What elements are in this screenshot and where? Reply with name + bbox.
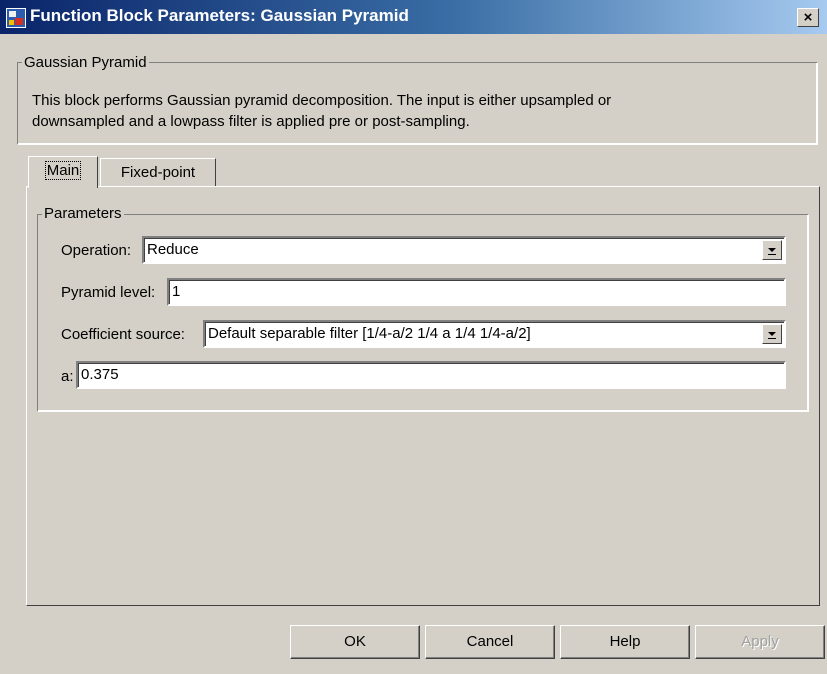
title-bar[interactable]: Function Block Parameters: Gaussian Pyra… xyxy=(0,0,827,34)
tab-fixed-point-label: Fixed-point xyxy=(120,164,196,181)
tab-main-label: Main xyxy=(44,161,82,180)
operation-label: Operation: xyxy=(61,242,132,259)
coefficient-source-value: Default separable filter [1/4-a/2 1/4 a … xyxy=(208,325,531,342)
help-button[interactable]: Help xyxy=(560,625,690,659)
a-value: 0.375 xyxy=(81,366,119,383)
operation-dropdown[interactable]: Reduce xyxy=(142,236,786,264)
pyramid-level-input[interactable]: 1 xyxy=(167,278,786,306)
parameters-group-title: Parameters xyxy=(42,205,124,222)
window-title: Function Block Parameters: Gaussian Pyra… xyxy=(30,6,409,25)
a-input[interactable]: 0.375 xyxy=(76,361,786,389)
pyramid-level-label: Pyramid level: xyxy=(61,284,156,301)
simulink-block-icon xyxy=(6,8,26,28)
a-label: a: xyxy=(61,368,74,385)
coefficient-source-dropdown[interactable]: Default separable filter [1/4-a/2 1/4 a … xyxy=(203,320,786,348)
close-button[interactable]: × xyxy=(797,8,819,27)
operation-value: Reduce xyxy=(147,241,199,258)
block-group-title: Gaussian Pyramid xyxy=(22,54,149,71)
tab-main[interactable]: Main xyxy=(28,156,98,188)
tab-fixed-point[interactable]: Fixed-point xyxy=(100,158,216,187)
description-line-2: downsampled and a lowpass filter is appl… xyxy=(32,113,470,130)
cancel-button[interactable]: Cancel xyxy=(425,625,555,659)
block-description: This block performs Gaussian pyramid dec… xyxy=(32,90,792,132)
pyramid-level-value: 1 xyxy=(172,283,181,300)
chevron-down-icon[interactable] xyxy=(762,324,782,344)
close-icon: × xyxy=(803,9,813,26)
description-line-1: This block performs Gaussian pyramid dec… xyxy=(32,92,612,109)
apply-button[interactable]: Apply xyxy=(695,625,825,659)
coefficient-source-label: Coefficient source: xyxy=(61,326,185,343)
chevron-down-icon[interactable] xyxy=(762,240,782,260)
ok-button[interactable]: OK xyxy=(290,625,420,659)
